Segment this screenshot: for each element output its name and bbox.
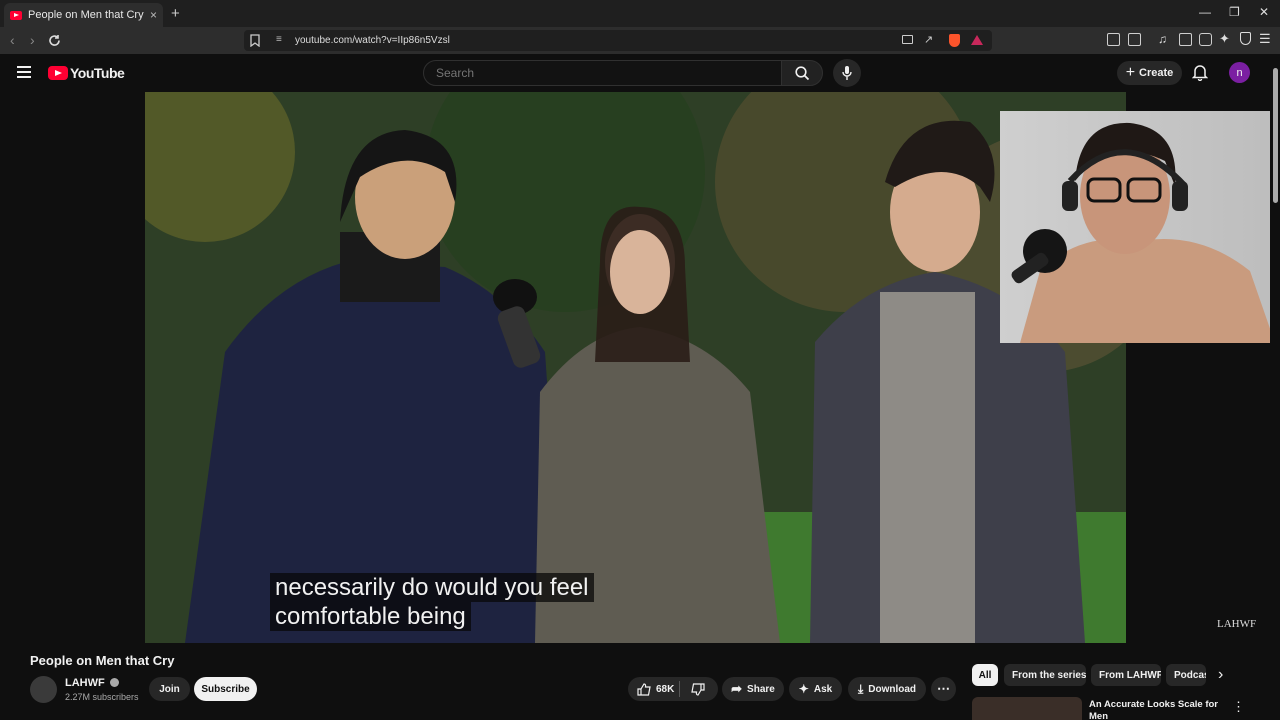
video-frame[interactable] — [145, 92, 1126, 643]
thumbs-up-icon — [637, 682, 651, 696]
download-button[interactable]: ⤓ Download — [848, 677, 926, 701]
translate-icon[interactable] — [1128, 33, 1141, 46]
video-title: People on Men that Cry — [30, 653, 175, 668]
chip-all[interactable]: All — [972, 664, 998, 686]
youtube-play-icon — [48, 66, 68, 80]
brave-shield-icon[interactable] — [949, 34, 960, 47]
vpn-icon[interactable] — [1240, 32, 1251, 45]
extensions-icon[interactable] — [1107, 33, 1120, 46]
microphone-icon — [842, 66, 852, 80]
bookmark-icon[interactable] — [250, 34, 260, 47]
media-icon[interactable]: ♫ — [1158, 32, 1167, 46]
search-box[interactable] — [423, 60, 782, 86]
share-label: Share — [747, 683, 775, 695]
tab-title: People on Men that Cry - YouTube — [28, 9, 146, 21]
channel-name[interactable]: LAHWF — [65, 677, 119, 689]
chip-from-channel[interactable]: From LAHWF — [1091, 664, 1161, 686]
join-label: Join — [159, 683, 180, 695]
share-page-icon[interactable]: ↗ — [924, 33, 933, 46]
recommended-video-title[interactable]: An Accurate Looks Scale for Men — [1089, 699, 1219, 720]
address-bar[interactable]: ≡ youtube.com/watch?v=IIp86n5Vzsl ↗ — [244, 30, 992, 51]
new-tab-button[interactable]: + — [171, 5, 180, 22]
back-icon[interactable]: ‹ — [10, 32, 15, 48]
reaction-overlay-image — [1000, 111, 1280, 343]
tab-close-icon[interactable]: × — [150, 8, 157, 22]
more-horizontal-icon: ⋯ — [937, 681, 950, 696]
caption-line-1: necessarily do would you feel — [270, 573, 594, 602]
like-button[interactable]: 68K — [637, 682, 675, 696]
chip-from-the-series[interactable]: From the series — [1004, 664, 1086, 686]
subscribe-label: Subscribe — [201, 683, 250, 695]
wallet-icon[interactable] — [1199, 33, 1212, 46]
video-scene-image — [145, 92, 1126, 643]
voice-search-button[interactable] — [833, 59, 861, 87]
sparkle-icon: ✦ — [798, 682, 809, 696]
channel-avatar[interactable] — [30, 676, 57, 703]
browser-toolbar: ‹ › ≡ youtube.com/watch?v=IIp86n5Vzsl ↗ … — [0, 27, 1280, 54]
youtube-masthead: YouTube + Create n — [0, 54, 1280, 92]
chips-next-chevron-icon[interactable]: › — [1218, 666, 1223, 684]
plus-icon: + — [1125, 64, 1136, 81]
logo-text: YouTube — [70, 65, 125, 81]
minimize-icon[interactable]: — — [1199, 5, 1211, 19]
recommended-video-thumbnail[interactable] — [972, 697, 1082, 720]
subscribe-button[interactable]: Subscribe — [194, 677, 257, 701]
scrollbar-thumb[interactable] — [1273, 68, 1278, 203]
download-icon: ⤓ — [857, 681, 864, 696]
account-avatar[interactable]: n — [1229, 62, 1250, 83]
ask-label: Ask — [813, 683, 833, 695]
like-dislike-group: 68K — [628, 677, 718, 701]
verified-badge-icon — [109, 678, 119, 687]
thumbs-down-icon[interactable] — [691, 683, 705, 696]
chip-podcasts[interactable]: Podcasts — [1166, 664, 1206, 686]
leo-ai-icon[interactable]: ✦ — [1219, 31, 1230, 47]
notifications-bell-icon[interactable] — [1192, 63, 1208, 81]
create-label: Create — [1139, 67, 1174, 79]
create-button[interactable]: + Create — [1117, 61, 1182, 85]
channel-watermark: LAHWF — [1217, 618, 1257, 630]
restore-icon[interactable]: ❐ — [1229, 5, 1240, 19]
url-text: youtube.com/watch?v=IIp86n5Vzsl — [295, 35, 450, 46]
close-window-icon[interactable]: ✕ — [1259, 5, 1269, 19]
forward-icon[interactable]: › — [30, 32, 35, 48]
search-icon — [795, 66, 810, 81]
youtube-logo[interactable]: YouTube — [48, 65, 125, 81]
download-label: Download — [868, 683, 917, 695]
more-actions-button[interactable]: ⋯ — [931, 677, 956, 701]
menu-icon[interactable]: ☰ — [1259, 31, 1271, 47]
subscriber-count: 2.27M subscribers — [65, 692, 139, 702]
browser-tab[interactable]: People on Men that Cry - YouTube × — [4, 3, 163, 27]
reactor-figure-image — [1011, 122, 1275, 343]
caption-line-2: comfortable being — [270, 602, 471, 631]
like-divider — [679, 681, 680, 697]
like-count: 68K — [656, 683, 675, 695]
share-button[interactable]: ➦ Share — [722, 677, 784, 701]
sidebar-icon[interactable] — [1179, 33, 1192, 46]
search-button[interactable] — [781, 60, 823, 86]
search-input[interactable] — [424, 61, 781, 85]
brave-rewards-icon[interactable] — [971, 35, 983, 45]
channel-name-text: LAHWF — [65, 677, 105, 689]
ask-button[interactable]: ✦ Ask — [789, 677, 842, 701]
recommended-more-icon[interactable]: ⋮ — [1232, 699, 1245, 715]
join-button[interactable]: Join — [149, 677, 190, 701]
youtube-favicon-icon — [10, 10, 22, 20]
video-captions: necessarily do would you feel comfortabl… — [270, 573, 594, 631]
guide-menu-icon[interactable] — [17, 66, 31, 78]
page-scrollbar[interactable] — [1270, 54, 1280, 720]
site-info-icon[interactable]: ≡ — [276, 34, 282, 45]
cast-icon[interactable] — [902, 35, 913, 44]
reload-icon[interactable] — [48, 34, 61, 47]
share-icon: ➦ — [731, 681, 743, 696]
browser-tab-bar: People on Men that Cry - YouTube × + — ❐… — [0, 0, 1280, 27]
